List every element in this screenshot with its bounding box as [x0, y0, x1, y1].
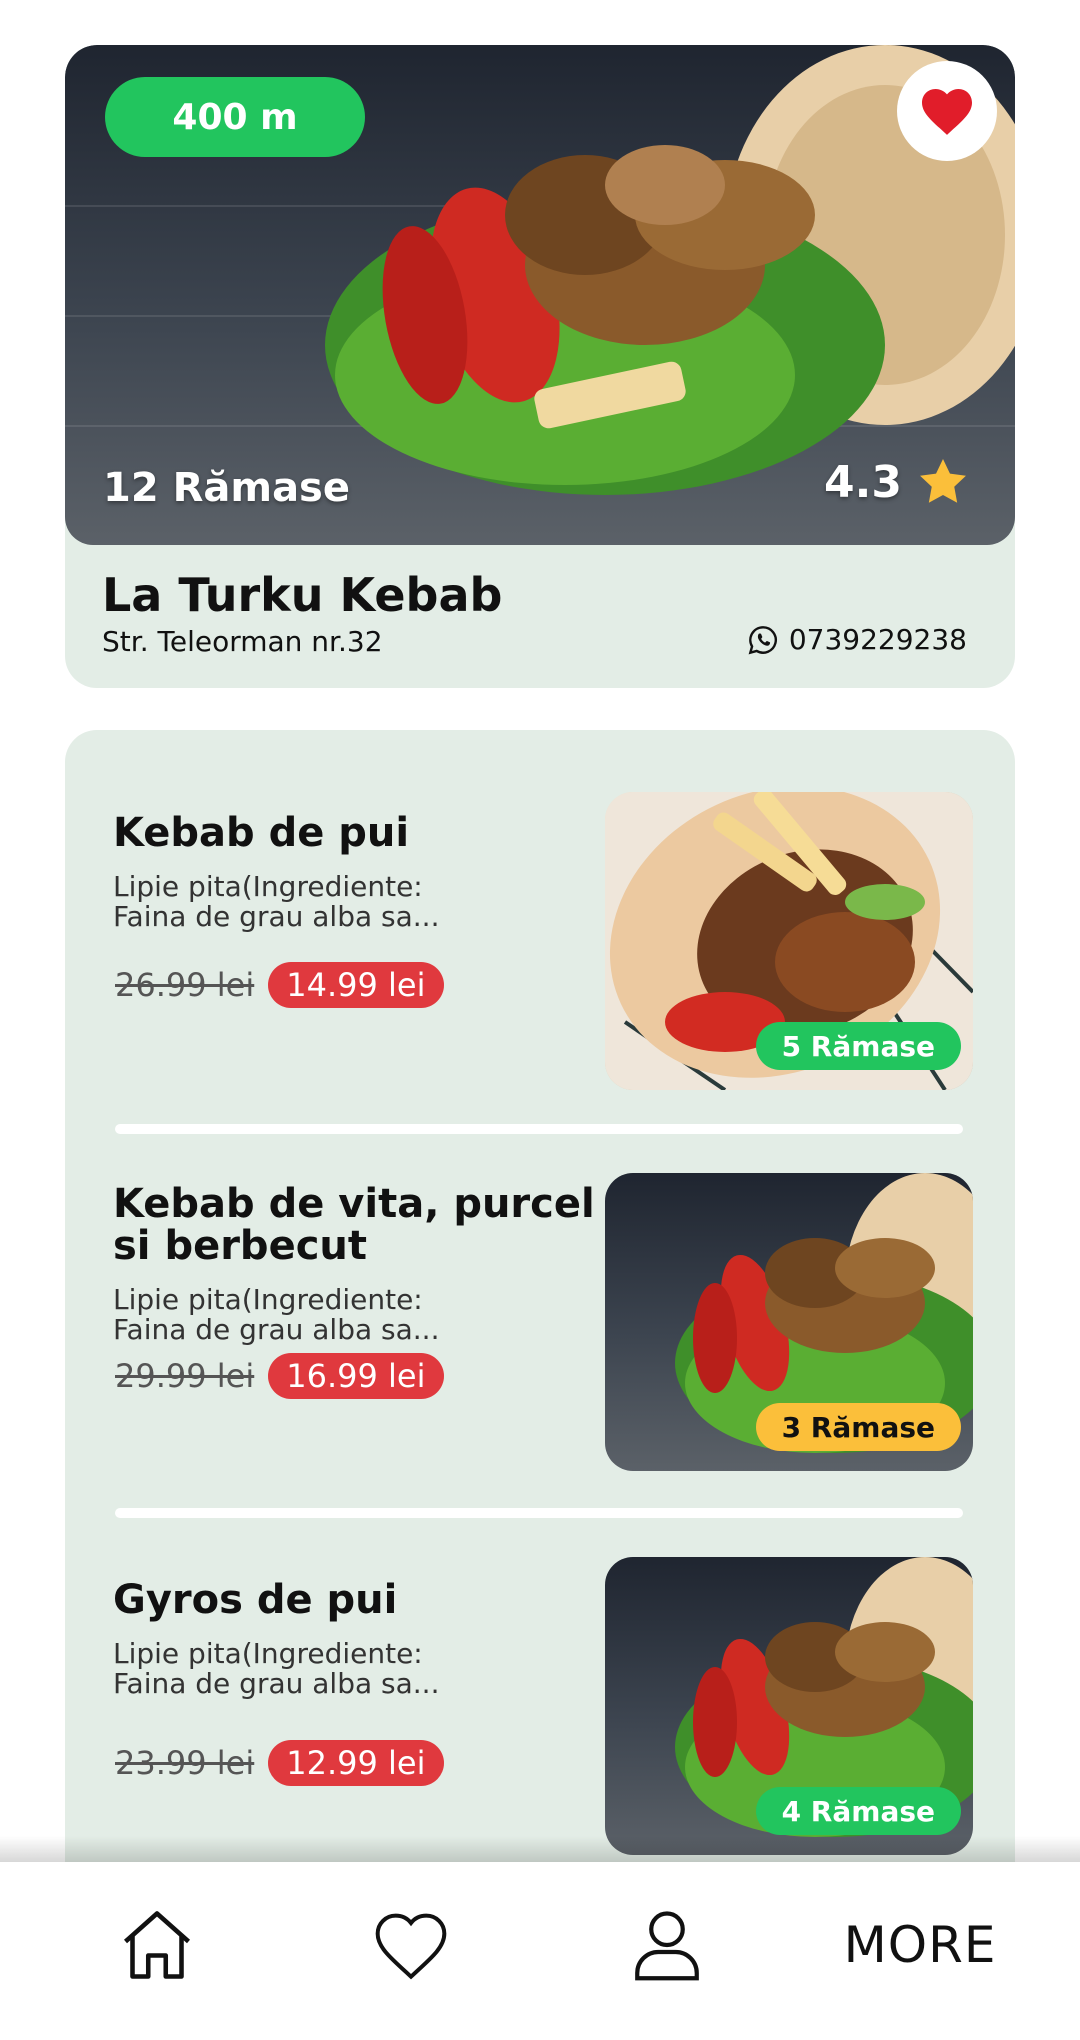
menu-item-description-line: Lipie pita(Ingrediente:: [113, 1283, 423, 1316]
star-icon: [920, 459, 966, 503]
remaining-count: 12 Rămase: [103, 465, 350, 511]
phone-number: 0739229238: [788, 623, 967, 656]
distance-badge: 400 m: [105, 77, 365, 157]
menu-item-description: Lipie pita(Ingrediente: Faina de grau al…: [113, 1639, 533, 1699]
menu-item-description-line: Faina de grau alba sa...: [113, 1667, 440, 1700]
menu-item-image: 3 Rămase: [605, 1173, 973, 1471]
menu-item-description: Lipie pita(Ingrediente: Faina de grau al…: [113, 1285, 533, 1345]
rating-value: 4.3: [824, 456, 902, 508]
rating: 4.3: [824, 455, 970, 509]
price-row: 29.99 lei 16.99 lei: [115, 1353, 444, 1399]
menu-item-title: Kebab de vita, purcel si berbecut: [113, 1181, 595, 1269]
stock-badge: 3 Rămase: [755, 1403, 961, 1451]
menu-item-image: 5 Rămase: [605, 792, 973, 1090]
nav-profile-button[interactable]: [622, 1900, 712, 1990]
favorite-button[interactable]: [897, 61, 997, 161]
home-icon: [123, 1911, 191, 1979]
menu-item-description-line: Faina de grau alba sa...: [113, 900, 440, 933]
whatsapp-icon: [748, 625, 777, 654]
heart-filled-icon: [922, 88, 972, 135]
divider: [115, 1124, 963, 1134]
new-price: 14.99 lei: [268, 962, 444, 1008]
restaurant-name: La Turku Kebab: [102, 568, 503, 622]
old-price: 26.99 lei: [115, 966, 255, 1004]
menu-item-description-line: Lipie pita(Ingrediente:: [113, 1637, 423, 1670]
new-price: 12.99 lei: [268, 1740, 444, 1786]
menu-item-image: 4 Rămase: [605, 1557, 973, 1855]
menu-item-description-line: Faina de grau alba sa...: [113, 1313, 440, 1346]
restaurant-address: Str. Teleorman nr.32: [102, 625, 383, 658]
stock-badge: 5 Rămase: [755, 1022, 961, 1070]
menu-item[interactable]: Gyros de pui Lipie pita(Ingrediente: Fai…: [65, 1557, 1015, 1867]
restaurant-phone[interactable]: 0739229238: [747, 623, 967, 656]
menu-item-description-line: Lipie pita(Ingrediente:: [113, 870, 423, 903]
old-price: 29.99 lei: [115, 1357, 255, 1395]
restaurant-hero-image: 400 m 12 Rămase 4.3: [65, 45, 1015, 545]
new-price: 16.99 lei: [268, 1353, 444, 1399]
menu-item-title: Gyros de pui: [113, 1577, 398, 1623]
divider: [115, 1508, 963, 1518]
menu-list: Kebab de pui Lipie pita(Ingrediente: Fai…: [65, 730, 1015, 1930]
menu-item-description: Lipie pita(Ingrediente: Faina de grau al…: [113, 872, 533, 932]
user-icon: [635, 1911, 699, 1981]
stock-badge: 4 Rămase: [755, 1787, 961, 1835]
menu-item[interactable]: Kebab de pui Lipie pita(Ingrediente: Fai…: [65, 792, 1015, 1102]
nav-more-button[interactable]: MORE: [840, 1900, 1000, 1990]
bottom-navigation: MORE: [0, 1862, 1080, 2040]
restaurant-card[interactable]: 400 m 12 Rămase 4.3 La Turku Kebab Str. …: [65, 45, 1015, 688]
menu-item[interactable]: Kebab de vita, purcel si berbecut Lipie …: [65, 1173, 1015, 1483]
price-row: 23.99 lei 12.99 lei: [115, 1740, 444, 1786]
heart-icon: [375, 1913, 447, 1980]
nav-home-button[interactable]: [112, 1900, 202, 1990]
old-price: 23.99 lei: [115, 1744, 255, 1782]
menu-item-title: Kebab de pui: [113, 810, 410, 856]
price-row: 26.99 lei 14.99 lei: [115, 962, 444, 1008]
nav-favorites-button[interactable]: [366, 1900, 456, 1990]
